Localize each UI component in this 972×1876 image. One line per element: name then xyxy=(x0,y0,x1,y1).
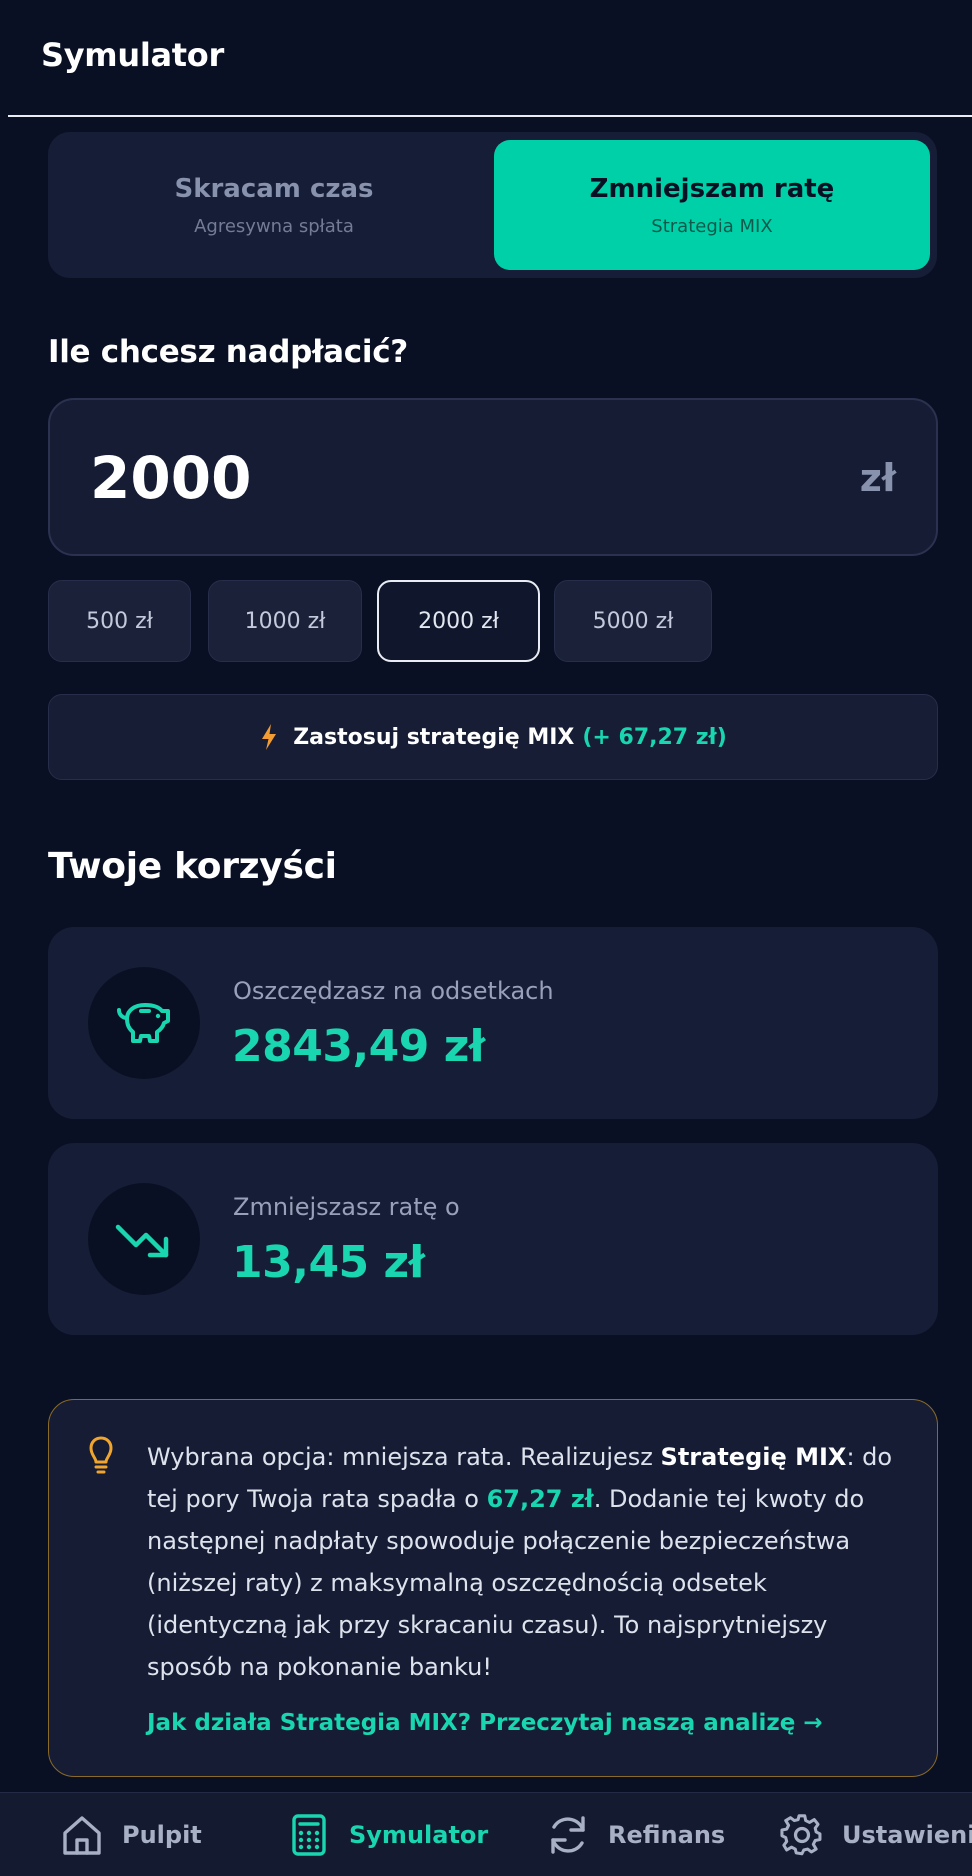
benefit-label: Zmniejszasz ratę o xyxy=(233,1193,460,1221)
info-text-strategy: Strategię MIX xyxy=(660,1443,847,1471)
overpayment-question: Ile chcesz nadpłacić? xyxy=(48,334,408,370)
mode-option-subtitle: Strategia MIX xyxy=(651,215,773,237)
currency-label: zł xyxy=(859,456,896,500)
nav-item-refinans[interactable]: Refinans xyxy=(546,1793,725,1876)
mode-option-title: Zmniejszam ratę xyxy=(589,173,835,204)
quick-amount-5000[interactable]: 5000 zł xyxy=(554,580,712,662)
quick-amount-2000[interactable]: 2000 zł xyxy=(377,580,540,662)
amount-field: zł xyxy=(48,398,938,556)
mode-option-lower-installment[interactable]: Zmniejszam ratę Strategia MIX xyxy=(494,140,930,270)
info-text-part: . Dodanie tej kwoty do następnej nadpłat… xyxy=(147,1485,865,1681)
apply-strategy-button[interactable]: Zastosuj strategię MIX (+ 67,27 zł) xyxy=(48,694,938,780)
nav-label: Refinans xyxy=(608,1821,726,1849)
quick-amount-1000[interactable]: 1000 zł xyxy=(208,580,362,662)
page-title: Symulator xyxy=(41,36,224,74)
info-text-amount: 67,27 zł xyxy=(486,1485,594,1513)
info-box: Wybrana opcja: mniejsza rata. Realizujes… xyxy=(48,1399,938,1777)
benefit-card-interest: Oszczędzasz na odsetkach 2843,49 zł xyxy=(48,927,938,1119)
info-text: Wybrana opcja: mniejsza rata. Realizujes… xyxy=(147,1436,907,1688)
calculator-icon xyxy=(292,1814,326,1856)
nav-item-pulpit[interactable]: Pulpit xyxy=(60,1793,202,1876)
piggy-bank-icon xyxy=(117,1003,170,1043)
strategy-analysis-link[interactable]: Jak działa Strategia MIX? Przeczytaj nas… xyxy=(147,1710,823,1736)
amount-input[interactable] xyxy=(90,428,690,528)
apply-strategy-amount: (+ 67,27 zł) xyxy=(582,724,727,750)
home-icon xyxy=(63,1816,101,1855)
benefit-value: 2843,49 zł xyxy=(232,1021,485,1072)
benefit-label: Oszczędzasz na odsetkach xyxy=(233,977,554,1005)
mode-option-shorten-time[interactable]: Skracam czas Agresywna spłata xyxy=(56,140,492,270)
nav-item-symulator[interactable]: Symulator xyxy=(287,1793,488,1876)
gear-icon xyxy=(780,1814,822,1856)
benefit-icon-circle xyxy=(88,967,200,1079)
info-text-part: Wybrana opcja: mniejsza rata. Realizujes… xyxy=(147,1443,661,1471)
nav-label: Pulpit xyxy=(122,1821,202,1849)
mode-option-title: Skracam czas xyxy=(174,173,374,204)
refresh-icon xyxy=(551,1816,585,1854)
app-screen: Symulator Skracam czas Agresywna spłata … xyxy=(0,0,972,1876)
benefit-icon-circle xyxy=(88,1183,200,1295)
lightbulb-icon xyxy=(89,1436,113,1474)
bottom-nav: Pulpit Symulator Refinans Ustawieni xyxy=(0,1792,972,1876)
nav-label: Symulator xyxy=(349,1821,489,1849)
benefit-value: 13,45 zł xyxy=(232,1237,425,1288)
mode-option-subtitle: Agresywna spłata xyxy=(194,215,354,237)
benefits-heading: Twoje korzyści xyxy=(48,846,337,887)
nav-item-ustawienia[interactable]: Ustawienia xyxy=(780,1793,972,1876)
apply-strategy-label: Zastosuj strategię MIX xyxy=(293,724,575,750)
top-bar: Symulator xyxy=(0,0,972,117)
nav-label: Ustawienia xyxy=(842,1821,972,1849)
header-divider xyxy=(8,115,972,117)
mode-toggle: Skracam czas Agresywna spłata Zmniejszam… xyxy=(48,132,937,278)
lightning-icon xyxy=(262,724,277,750)
quick-amount-500[interactable]: 500 zł xyxy=(48,580,191,662)
benefit-card-installment: Zmniejszasz ratę o 13,45 zł xyxy=(48,1143,938,1335)
trending-down-icon xyxy=(115,1224,169,1258)
